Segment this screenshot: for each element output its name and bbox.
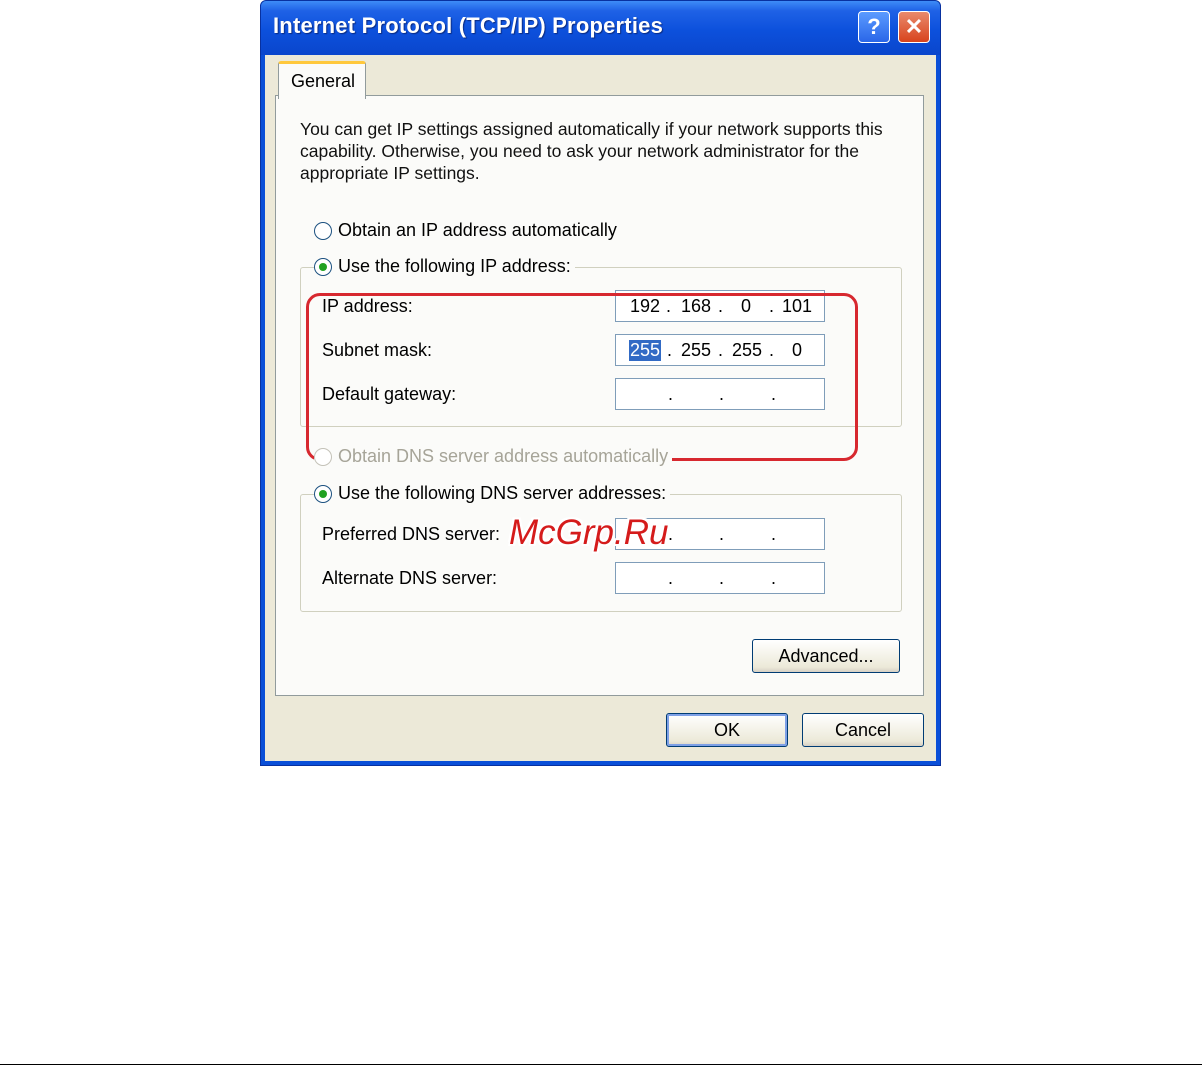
help-icon: ? (867, 14, 881, 39)
radio-use-following-dns-label: Use the following DNS server addresses: (338, 483, 667, 503)
help-button[interactable]: ? (858, 11, 890, 43)
octet-dot: . (668, 384, 674, 404)
octet-dot: . (666, 296, 672, 316)
radio-obtain-ip-auto-label: Obtain an IP address automatically (338, 220, 617, 240)
tab-general[interactable]: General (278, 61, 366, 99)
octet-dot: . (771, 384, 777, 404)
watermark-text: McGrp.Ru (509, 513, 669, 552)
octet-dot: . (771, 568, 777, 588)
ip-octet-4: 101 (782, 296, 813, 316)
subnet-octet-3: 255 (732, 340, 763, 360)
alternate-dns-label: Alternate DNS server: (322, 568, 498, 588)
radio-use-following-dns[interactable]: Use the following DNS server addresses: (314, 483, 671, 504)
ip-address-label: IP address: (322, 296, 413, 316)
octet-dot: . (718, 296, 724, 316)
octet-dot: . (769, 296, 775, 316)
radio-button-selected[interactable] (314, 257, 332, 276)
ip-octet-3: 0 (741, 296, 752, 316)
general-tab-panel: You can get IP settings assigned automat… (275, 95, 924, 696)
radio-use-following-ip[interactable]: Use the following IP address: (314, 256, 575, 277)
title-bar[interactable]: Internet Protocol (TCP/IP) Properties ? … (261, 1, 940, 55)
radio-button-disabled[interactable] (314, 447, 332, 466)
octet-dot: . (668, 524, 674, 544)
subnet-mask-input[interactable]: 255 . 255 . 255 . 0 (615, 334, 825, 366)
preferred-dns-label: Preferred DNS server: (322, 524, 501, 544)
tab-general-label: General (291, 71, 356, 91)
octet-dot: . (771, 524, 777, 544)
default-gateway-label: Default gateway: (322, 384, 457, 404)
radio-use-following-ip-label: Use the following IP address: (338, 256, 571, 276)
dns-server-group (300, 494, 902, 612)
subnet-octet-2: 255 (681, 340, 712, 360)
cancel-button[interactable]: Cancel (802, 713, 924, 747)
window-title: Internet Protocol (TCP/IP) Properties (273, 13, 664, 38)
octet-dot: . (668, 568, 674, 588)
radio-button-selected[interactable] (314, 484, 332, 503)
octet-dot: . (667, 340, 673, 360)
tcpip-properties-dialog: Internet Protocol (TCP/IP) Properties ? … (260, 0, 941, 766)
alternate-dns-input[interactable]: . . . (615, 562, 825, 594)
ip-octet-2: 168 (681, 296, 712, 316)
radio-obtain-dns-auto[interactable]: Obtain DNS server address automatically (314, 446, 673, 467)
default-gateway-input[interactable]: . . . (615, 378, 825, 410)
subnet-octet-4: 0 (792, 340, 803, 360)
subnet-mask-label: Subnet mask: (322, 340, 433, 360)
advanced-button[interactable]: Advanced... (752, 639, 900, 673)
description-text: You can get IP settings assigned automat… (300, 119, 883, 183)
octet-dot: . (718, 340, 724, 360)
ip-address-input[interactable]: 192 . 168 . 0 . 101 (615, 290, 825, 322)
radio-obtain-dns-auto-label: Obtain DNS server address automatically (338, 446, 669, 466)
subnet-octet-1-selected: 255 (629, 340, 662, 361)
ok-button[interactable]: OK (666, 713, 788, 747)
octet-dot: . (769, 340, 775, 360)
octet-dot: . (719, 384, 725, 404)
radio-obtain-ip-auto[interactable]: Obtain an IP address automatically (314, 220, 621, 241)
close-icon: ✕ (904, 14, 924, 39)
page-bottom-rule (0, 1064, 1202, 1065)
close-button[interactable]: ✕ (898, 11, 930, 43)
radio-button[interactable] (314, 221, 332, 240)
octet-dot: . (719, 524, 725, 544)
dialog-client-area: General You can get IP settings assigned… (265, 55, 936, 761)
octet-dot: . (719, 568, 725, 588)
ip-octet-1: 192 (630, 296, 661, 316)
